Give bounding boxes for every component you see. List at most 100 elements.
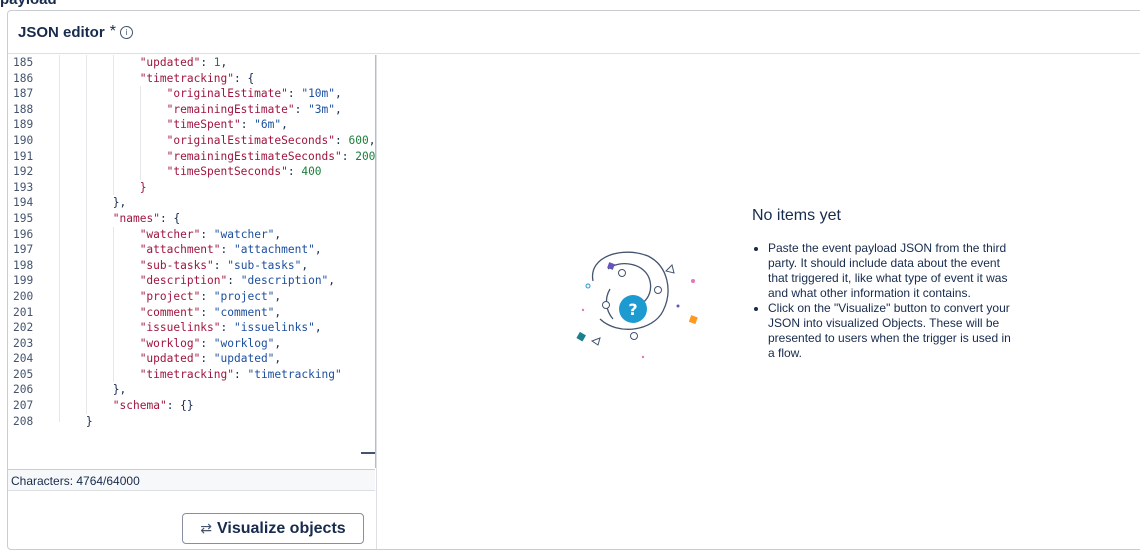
code-content: "updated": 1, [140,55,228,71]
line-number: 201 [13,305,34,319]
code-content: "remainingEstimateSeconds": 200, [167,149,375,165]
json-value: } [112,196,120,210]
line-number: 205 [13,367,34,381]
indent-guide [59,70,60,87]
code-content: "description": "description", [140,273,335,289]
indent-guide [59,210,60,227]
instruction-item: Click on the "Visualize" button to conve… [768,301,1016,361]
json-value: "issuelinks" [234,321,315,335]
code-content: } [140,180,147,196]
code-content: "originalEstimate": "10m", [167,86,342,102]
trailing-comma: , [335,87,342,101]
code-content: "originalEstimateSeconds": 600, [166,133,375,149]
code-line: 197 "attachment": "attachment", [8,242,375,258]
dot [585,283,591,289]
indent-guide [139,148,141,165]
code-line: 195 "names": { [8,210,375,227]
json-code-editor[interactable]: 185 "updated": 1, 186 "timetracking": { 187 "… [8,55,376,468]
indent-guide [85,366,87,383]
indent-guide [85,226,87,243]
indent-guide [85,242,87,258]
line-number: 208 [13,414,34,428]
colon: : [287,87,302,101]
info-icon[interactable]: i [119,25,133,39]
line-number: 196 [13,227,34,241]
json-value: "sub-tasks" [227,258,302,272]
json-value: } [112,383,120,397]
json-key: "timetracking" [139,71,234,85]
json-value: "timetracking" [247,367,342,381]
trailing-comma: , [274,352,282,366]
indent-guide [112,273,114,289]
code-content: "timetracking": { [140,71,255,87]
code-line: 191 "remainingEstimateSeconds": 200, [8,148,375,165]
json-key: "originalEstimateSeconds" [166,133,335,147]
indent-guide [112,148,114,165]
indent-guide [112,335,114,352]
indent-guide [85,273,87,289]
indent-guide [59,398,60,414]
trailing-comma: , [220,56,228,69]
json-value: } [139,180,147,194]
indent-guide [59,55,60,71]
indent-guide [85,335,87,352]
json-value: "updated" [213,352,275,366]
indent-guide [59,132,60,149]
indent-guide [59,366,60,383]
code-line: 185 "updated": 1, [8,55,375,71]
code-line: 193} [8,179,375,196]
code-content: }, [113,195,127,211]
line-number: 206 [13,383,34,397]
dot [676,304,680,308]
indent-guide [59,413,60,422]
code-line: 199 "description": "description", [8,273,375,289]
indent-guide [59,195,60,211]
code-content: "project": "project", [140,289,281,305]
teal-gem [576,331,586,342]
indent-guide [139,86,141,102]
code-content: "issuelinks": "issuelinks", [140,320,322,336]
colon: : [200,289,214,303]
json-value: "project" [213,289,275,303]
colon: : [200,352,214,366]
json-key: "timeSpentSeconds" [166,165,288,179]
line-number: 189 [13,118,34,132]
line-number: 187 [13,87,34,101]
payload-label: payload [0,0,57,8]
indent-guide [59,382,60,399]
indent-guide [59,351,60,367]
trailing-comma: , [314,321,322,335]
indent-guide [139,164,141,180]
json-key: "issuelinks" [139,321,221,335]
colon: : [200,56,214,69]
colon: : [233,367,248,381]
json-value: "comment" [213,305,275,319]
visualize-objects-button[interactable]: ⇄ Visualize objects [182,513,364,544]
indent-guide [59,242,60,258]
trailing-comma: , [314,243,322,257]
json-key: "project" [139,289,201,303]
json-key: "schema" [112,399,167,413]
json-value: } [85,414,93,428]
code-line: 206}, [8,382,375,399]
indent-guide [85,304,87,321]
json-key: "description" [139,274,228,288]
arrow-head [590,337,601,346]
indent-guide [112,101,114,118]
visualize-objects-label: Visualize objects [217,519,346,537]
code-content: "timetracking": "timetracking" [140,367,342,383]
indent-guide [59,179,60,196]
indent-guide [112,242,114,258]
indent-guide [85,70,87,87]
line-number: 186 [13,71,34,85]
code-line: 201 "comment": "comment", [8,304,375,321]
indent-guide [59,226,60,243]
colon: : [227,274,241,288]
code-content: "schema": {} [113,398,194,414]
dot [691,279,695,283]
line-number: 199 [13,274,34,288]
json-key: "comment" [139,305,201,319]
colon: : [233,71,248,85]
colon: : [287,165,302,179]
indent-guide [59,164,60,180]
